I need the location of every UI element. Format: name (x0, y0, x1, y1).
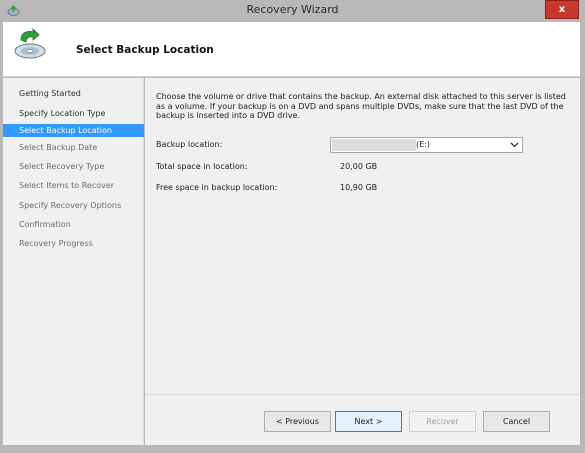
main-content: Choose the volume or drive that contains… (145, 78, 580, 394)
step-select-items-to-recover: Select Items to Recover (19, 181, 115, 190)
step-specify-recovery-options: Specify Recovery Options (19, 201, 122, 210)
backup-location-label: Backup location: (156, 140, 223, 149)
next-button[interactable]: Next > (335, 411, 402, 432)
wizard-steps-sidebar: Getting Started Specify Location Type Se… (3, 78, 144, 445)
recovery-wizard-window: Recovery Wizard x Select Backup Location… (0, 0, 585, 453)
backup-location-dropdown[interactable]: (E:) (330, 137, 523, 153)
step-select-recovery-type: Select Recovery Type (19, 162, 105, 171)
total-space-label: Total space in location: (156, 162, 248, 171)
backup-disc-arrow-icon (13, 27, 47, 61)
recover-button: Recover (409, 411, 476, 432)
step-getting-started[interactable]: Getting Started (3, 87, 144, 100)
backup-location-value: (E:) (416, 140, 430, 149)
step-confirmation: Confirmation (19, 220, 71, 229)
window-title: Recovery Wizard (246, 3, 339, 16)
cancel-button[interactable]: Cancel (483, 411, 550, 432)
free-space-value: 10,90 GB (340, 183, 378, 192)
step-recovery-progress: Recovery Progress (19, 239, 93, 248)
previous-button[interactable]: < Previous (264, 411, 331, 432)
step-select-backup-location[interactable]: Select Backup Location (3, 124, 144, 137)
wizard-footer: < Previous Next > Recover Cancel (145, 394, 580, 445)
window-bottom-border (0, 445, 585, 453)
total-space-value: 20,00 GB (340, 162, 378, 171)
instructions-text: Choose the volume or drive that contains… (156, 92, 566, 121)
close-icon: x (558, 4, 566, 15)
step-select-backup-date: Select Backup Date (19, 143, 98, 152)
page-title: Select Backup Location (76, 44, 214, 56)
step-specify-location-type[interactable]: Specify Location Type (3, 107, 144, 120)
close-button[interactable]: x (545, 0, 579, 19)
chevron-down-icon[interactable] (510, 139, 519, 154)
wizard-header: Select Backup Location (3, 22, 580, 77)
free-space-label: Free space in backup location: (156, 183, 278, 192)
redacted-region (332, 139, 416, 151)
title-bar: Recovery Wizard x (0, 0, 585, 22)
